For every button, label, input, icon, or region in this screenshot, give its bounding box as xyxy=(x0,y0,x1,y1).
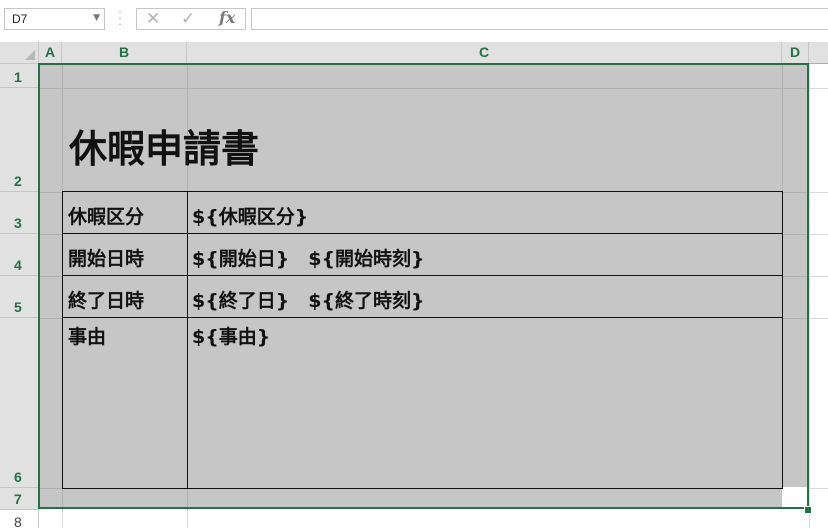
row-number: 1 xyxy=(14,69,22,85)
gridline xyxy=(809,488,828,489)
formula-input[interactable] xyxy=(251,8,828,30)
row-number: 6 xyxy=(14,469,22,485)
formula-bar: D7 ▼ · · · ✕ ✓ fx xyxy=(0,0,828,40)
gridline xyxy=(62,510,63,528)
row-header-6[interactable]: 6 xyxy=(0,318,39,488)
row-number: 3 xyxy=(14,215,22,231)
gridline xyxy=(187,510,188,528)
fill-handle[interactable] xyxy=(804,506,812,514)
column-header-c[interactable]: C xyxy=(187,42,782,64)
row-number: 4 xyxy=(14,257,22,273)
column-header-b[interactable]: B xyxy=(62,42,187,64)
row-header-2[interactable]: 2 xyxy=(0,88,39,192)
row-header-3[interactable]: 3 xyxy=(0,192,39,234)
gridline xyxy=(809,234,828,235)
enter-icon[interactable]: ✓ xyxy=(181,9,195,29)
formula-buttons: ✕ ✓ fx xyxy=(136,8,246,30)
select-all-triangle-icon xyxy=(25,50,35,60)
row-header-8[interactable]: 8 xyxy=(0,510,39,530)
gridline xyxy=(809,192,828,193)
column-header-a[interactable]: A xyxy=(39,42,62,64)
gridline xyxy=(809,276,828,277)
row-number: 5 xyxy=(14,299,22,315)
selection-border xyxy=(38,63,809,509)
gridline xyxy=(809,88,828,89)
row-header-5[interactable]: 5 xyxy=(0,276,39,318)
name-box-value: D7 xyxy=(12,12,28,26)
insert-function-icon[interactable]: fx xyxy=(219,8,235,27)
cancel-icon[interactable]: ✕ xyxy=(146,9,160,29)
row-header-7[interactable]: 7 xyxy=(0,488,39,510)
gridline xyxy=(809,64,810,528)
gridline xyxy=(809,318,828,319)
row-number: 7 xyxy=(14,491,22,507)
column-header-e[interactable] xyxy=(809,42,828,64)
more-options-icon[interactable]: · · · xyxy=(117,7,123,30)
name-box[interactable]: D7 ▼ xyxy=(4,8,105,30)
select-all-corner[interactable] xyxy=(0,42,39,64)
row-number: 2 xyxy=(14,173,22,189)
row-header-4[interactable]: 4 xyxy=(0,234,39,276)
chevron-down-icon[interactable]: ▼ xyxy=(93,13,100,23)
row-header-1[interactable]: 1 xyxy=(0,64,39,88)
column-header-d[interactable]: D xyxy=(782,42,809,64)
